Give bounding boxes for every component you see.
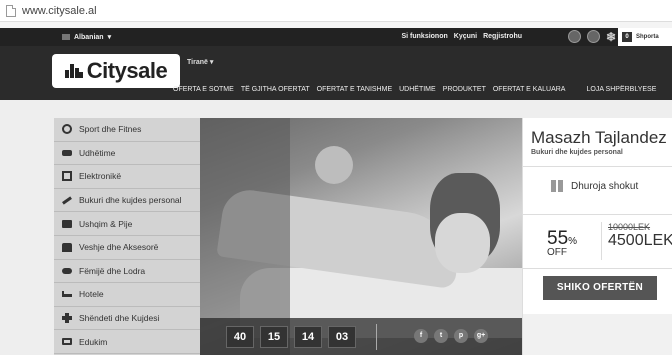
cart-count: 0	[622, 32, 632, 42]
sidebar-item-label: Hotele	[79, 289, 104, 300]
language-label: Albanian	[74, 33, 104, 41]
offer-panel: Masazh Tajlandez Bukuri dhe kujdes perso…	[522, 118, 672, 355]
countdown-seconds: 03	[328, 326, 356, 348]
chip-icon	[62, 171, 72, 182]
plate-icon	[62, 219, 72, 228]
user-icon[interactable]	[586, 30, 600, 43]
price-block: 10000LEK 4500LEK	[601, 222, 672, 260]
language-selector[interactable]: Albanian ▾	[62, 33, 111, 41]
discount-badge: 55% OFF	[547, 228, 577, 258]
gift-label: Dhuroja shokut	[571, 180, 639, 192]
offer-footer	[523, 314, 672, 355]
sidebar-item-label: Sport dhe Fitnes	[79, 124, 142, 135]
sidebar-item-label: Udhëtime	[79, 147, 116, 158]
google-plus-icon[interactable]: g+	[474, 329, 488, 343]
citysale-logo[interactable]: Citysale	[52, 54, 180, 88]
sidebar-item-label: Shëndeti dhe Kujdesi	[79, 313, 160, 324]
countdown-minutes: 14	[294, 326, 322, 348]
how-it-works-link[interactable]: Si funksionon	[401, 33, 447, 40]
sidebar-item-clothing[interactable]: Veshje dhe Aksesorë	[54, 236, 200, 260]
sidebar-item-travel[interactable]: Udhëtime	[54, 142, 200, 166]
cart-label: Shporta	[636, 34, 659, 40]
sidebar-item-label: Veshje dhe Aksesorë	[79, 242, 159, 253]
sidebar-item-kids[interactable]: Fëmijë dhe Lodra	[54, 260, 200, 284]
plane-icon	[62, 149, 72, 156]
page-icon	[6, 4, 16, 17]
deal-hero-image[interactable]: 40 15 14 03 f t p g+	[200, 118, 522, 355]
flag-icon	[62, 34, 70, 40]
nav-item-products[interactable]: PRODUKTET	[443, 86, 486, 93]
nav-item-today[interactable]: OFERTA E SOTME	[173, 86, 234, 93]
offer-category: Bukuri dhe kujdes personal	[531, 149, 623, 156]
new-price: 4500LEK	[608, 232, 672, 249]
gift-icon	[551, 180, 563, 192]
sidebar-item-health[interactable]: Shëndeti dhe Kujdesi	[54, 307, 200, 331]
category-sidebar: Sport dhe Fitnes Udhëtime Elektronikë Bu…	[54, 118, 200, 355]
sidebar-item-hotels[interactable]: Hotele	[54, 283, 200, 307]
brush-icon	[62, 195, 72, 205]
gift-button[interactable]: Dhuroja shokut	[551, 180, 638, 192]
site-header: Citysale Tiranë ▾ OFERTA E SOTME TË GJIT…	[0, 46, 672, 100]
register-link[interactable]: Regjistrohu	[483, 33, 522, 40]
url-text[interactable]: www.citysale.al	[22, 5, 97, 17]
account-links: Si funksionon Kyçuni Regjistrohu	[401, 33, 522, 40]
book-icon	[62, 338, 72, 346]
nav-item-travel[interactable]: UDHËTIME	[399, 86, 436, 93]
sidebar-item-label: Edukim	[79, 336, 108, 347]
plus-icon	[62, 313, 72, 324]
chevron-down-icon: ▾	[107, 34, 112, 41]
top-icons: ❄	[567, 30, 616, 43]
buildings-icon	[64, 64, 83, 78]
facebook-icon[interactable]: f	[414, 329, 428, 343]
sidebar-item-education[interactable]: Edukim	[54, 330, 200, 354]
discount-value: 55	[547, 228, 569, 249]
ball-icon	[62, 124, 72, 135]
globe-icon[interactable]	[567, 30, 581, 43]
nav-item-current[interactable]: OFERTAT E TANISHME	[317, 86, 392, 93]
snowflake-icon[interactable]: ❄	[606, 31, 616, 43]
sidebar-item-label: Fëmijë dhe Lodra	[79, 265, 146, 276]
sidebar-item-label: Elektronikë	[79, 171, 122, 182]
sidebar-item-electronics[interactable]: Elektronikë	[54, 165, 200, 189]
sidebar-item-label: Bukuri dhe kujdes personal	[79, 195, 182, 206]
twitter-icon[interactable]: t	[434, 329, 448, 343]
nav-item-all[interactable]: TË GJITHA OFERTAT	[241, 86, 310, 93]
city-selector[interactable]: Tiranë ▾	[187, 58, 213, 66]
old-price: 10000LEK	[608, 222, 651, 232]
offer-title[interactable]: Masazh Tajlandez	[531, 128, 667, 148]
top-bar: Albanian ▾ Si funksionon Kyçuni Regjistr…	[0, 28, 672, 46]
countdown-bar: 40 15 14 03 f t p g+	[200, 318, 522, 355]
shirt-icon	[62, 242, 72, 252]
toy-car-icon	[62, 267, 72, 274]
discount-unit: %	[568, 236, 578, 247]
logo-text: Citysale	[86, 58, 168, 83]
bed-icon	[62, 291, 72, 298]
login-link[interactable]: Kyçuni	[454, 33, 477, 40]
view-offer-button[interactable]: SHIKO OFERTËN	[543, 276, 657, 300]
pinterest-icon[interactable]: p	[454, 329, 468, 343]
main-nav: OFERTA E SOTME TË GJITHA OFERTAT OFERTAT…	[173, 86, 656, 93]
nav-item-past[interactable]: OFERTAT E KALUARA	[493, 86, 566, 93]
address-bar[interactable]: www.citysale.al	[0, 0, 672, 22]
countdown-hours: 15	[260, 326, 288, 348]
countdown-days: 40	[226, 326, 254, 348]
sidebar-item-sport[interactable]: Sport dhe Fitnes	[54, 118, 200, 142]
nav-item-game[interactable]: LOJA SHPËRBLYESE	[586, 86, 656, 93]
sidebar-item-label: Ushqim & Pije	[79, 218, 133, 229]
sidebar-item-beauty[interactable]: Bukuri dhe kujdes personal	[54, 189, 200, 213]
main-content: Sport dhe Fitnes Udhëtime Elektronikë Bu…	[0, 100, 672, 355]
cart-button[interactable]: 0 Shporta	[618, 28, 672, 46]
sidebar-item-food[interactable]: Ushqim & Pije	[54, 212, 200, 236]
